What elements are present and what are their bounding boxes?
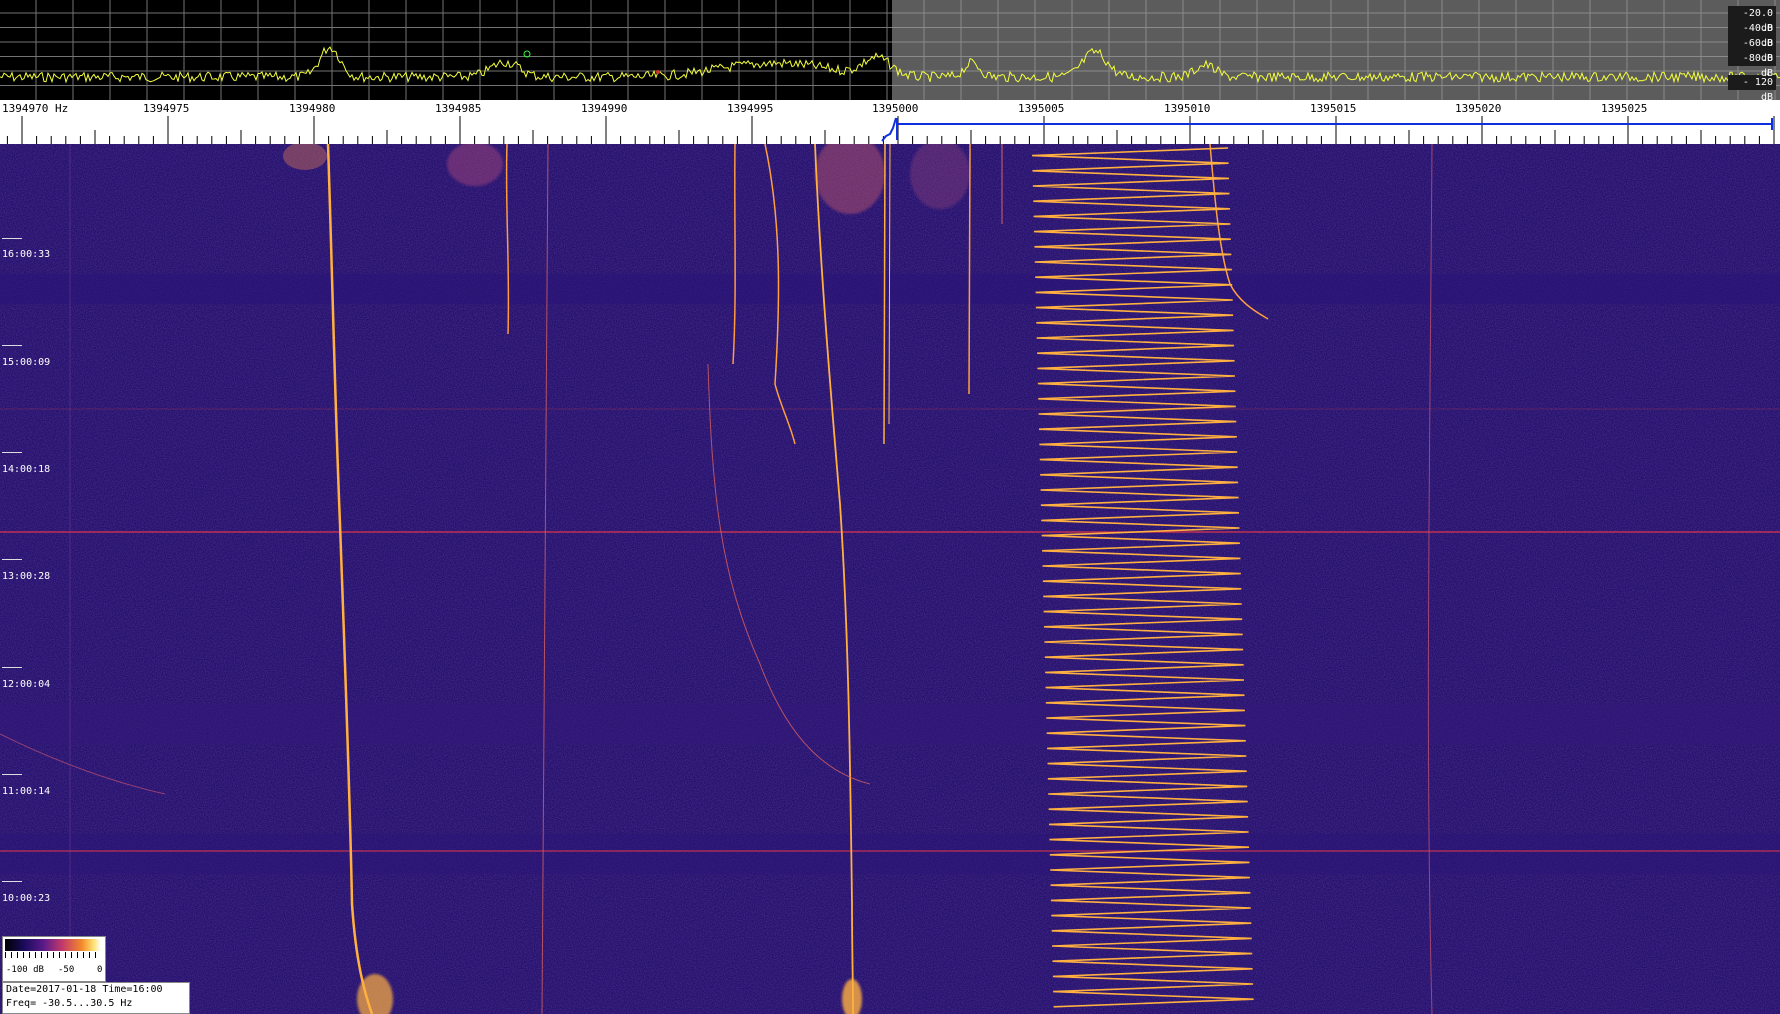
spectrum-plot: [0, 0, 1780, 100]
time-label: 12:00:04: [2, 679, 51, 690]
time-tick: [2, 452, 22, 453]
time-label: 13:00:28: [2, 571, 51, 582]
freq-range-readout: Freq= -30.5...30.5 Hz: [6, 998, 133, 1009]
time-tick: [2, 345, 22, 346]
time-label: 10:00:23: [2, 893, 51, 904]
spectrum-trace: [0, 46, 1780, 84]
time-tick: [2, 881, 22, 882]
time-tick: [2, 238, 22, 239]
colorbar-label: -50: [58, 965, 75, 975]
db-label: -80.0 dB: [1728, 51, 1776, 79]
spectrum-panel[interactable]: -20.0 dB -40.0 dB -60.0 dB -80.0 dB - 12…: [0, 0, 1780, 103]
noise-marker-icon: [656, 70, 660, 74]
date-time-readout: Date=2017-01-18 Time=16:00: [6, 984, 163, 995]
colorbar-ticks: [5, 952, 101, 958]
colorbar-gradient: [5, 939, 101, 951]
time-label: 15:00:09: [2, 357, 51, 368]
spectrum-analyzer-window: -20.0 dB -40.0 dB -60.0 dB -80.0 dB - 12…: [0, 0, 1780, 1014]
db-label: -40.0 dB: [1728, 21, 1776, 49]
time-label: 11:00:14: [2, 786, 51, 797]
db-label: - 120 dB: [1728, 75, 1776, 103]
db-label: -20.0 dB: [1728, 6, 1776, 34]
waterfall-display[interactable]: 16:00:33 15:00:09 14:00:18 13:00:28 12:0…: [0, 144, 1780, 1014]
passband-marker: [881, 117, 1773, 142]
colorbar-legend: -100 dB -50 0: [2, 936, 106, 982]
frequency-axis[interactable]: 1394970 Hz 1394975 1394980 1394985 13949…: [0, 100, 1780, 144]
colorbar-label: 0: [97, 965, 103, 975]
time-tick: [2, 667, 22, 668]
colorbar-label: -100 dB: [6, 965, 44, 975]
spectrum-grid: [0, 0, 1780, 100]
time-label: 14:00:18: [2, 464, 51, 475]
waterfall-image: [0, 144, 1780, 1014]
time-label: 16:00:33: [2, 249, 51, 260]
frequency-ruler: [6, 116, 1775, 144]
time-tick: [2, 559, 22, 560]
db-label: -60.0 dB: [1728, 36, 1776, 64]
db-scale: -20.0 dB -40.0 dB -60.0 dB -80.0 dB - 12…: [1728, 6, 1776, 103]
info-box: Date=2017-01-18 Time=16:00 Freq= -30.5..…: [2, 982, 190, 1014]
time-tick: [2, 774, 22, 775]
